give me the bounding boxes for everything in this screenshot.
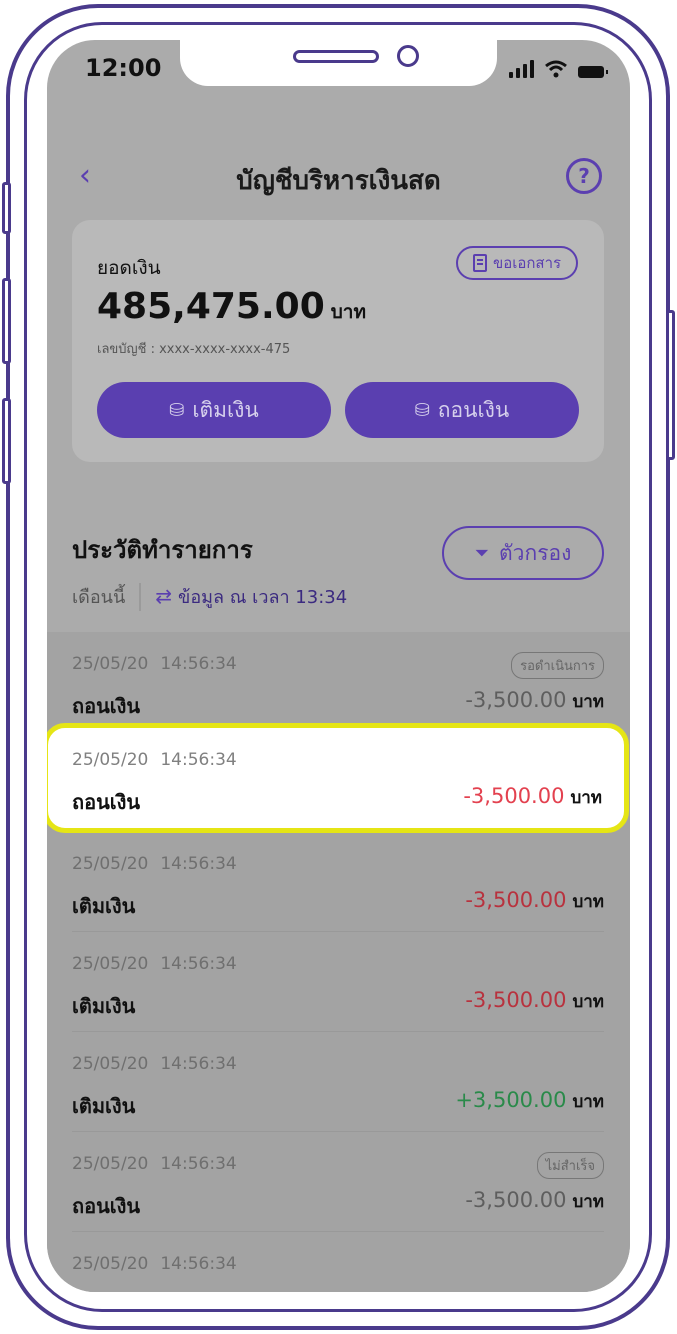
status-icons: [509, 60, 608, 78]
battery-icon: [578, 66, 608, 78]
balance-amount: 485,475.00 บาท: [97, 286, 366, 327]
withdraw-label: ถอนเงิน: [437, 397, 510, 422]
side-button-volume-up: [2, 278, 11, 364]
filter-label: ตัวกรอง: [499, 540, 572, 565]
transaction-type: เติมเงิน: [72, 894, 136, 918]
withdraw-coins-icon: ⛁: [414, 399, 430, 421]
signal-icon: [509, 60, 534, 78]
sync-info[interactable]: ⇄ ข้อมูล ณ เวลา 13:34: [155, 582, 347, 611]
transaction-row[interactable]: 25/05/20 14:56:34 เติมเงิน -3,500.00 บาท: [72, 832, 604, 932]
transaction-datetime: 25/05/20 14:56:34: [72, 1154, 237, 1174]
transaction-datetime: 25/05/20 14:56:34: [72, 654, 237, 674]
transaction-row[interactable]: 25/05/20 14:56:34 รอดำเนินการ ถอนเงิน -3,…: [72, 632, 604, 732]
transaction-type: ถอนเงิน: [72, 694, 141, 718]
wifi-icon: [545, 60, 567, 78]
filter-icon: ⏷: [474, 542, 490, 564]
history-title: ประวัติทำรายการ: [72, 536, 253, 564]
screen: 12:00 ‹ บัญชีบริหารเงินสด ? ยอดเงิน ขอเอ…: [47, 40, 630, 1292]
history-subheader: เดือนนี้ ⇄ ข้อมูล ณ เวลา 13:34: [72, 582, 347, 611]
request-document-button[interactable]: ขอเอกสาร: [456, 246, 578, 280]
deposit-coins-icon: ⛁: [169, 399, 185, 421]
sync-label: ข้อมูล ณ เวลา 13:34: [178, 587, 348, 608]
withdraw-button[interactable]: ⛁ ถอนเงิน: [345, 382, 579, 438]
transaction-type: ถอนเงิน: [72, 1194, 141, 1218]
transaction-row[interactable]: 25/05/20 14:56:34 เติมเงิน +3,500.00 บาท: [72, 1032, 604, 1132]
balance-label: ยอดเงิน: [97, 257, 161, 279]
highlighted-transaction-row[interactable]: 25/05/20 14:56:34 ถอนเงิน -3,500.00 บาท: [47, 723, 629, 833]
side-button-power: [666, 310, 675, 460]
refresh-icon: ⇄: [155, 584, 173, 608]
transaction-amount: -3,500.00 บาท: [465, 988, 604, 1012]
balance-card: ยอดเงิน ขอเอกสาร 485,475.00 บาท เลขบัญชี …: [72, 220, 604, 462]
transaction-datetime: 25/05/20 14:56:34: [72, 1054, 237, 1074]
transaction-datetime: 25/05/20 14:56:34: [72, 750, 237, 770]
transaction-datetime: 25/05/20 14:56:34: [72, 1254, 237, 1274]
status-time: 12:00: [85, 54, 162, 82]
transaction-datetime: 25/05/20 14:56:34: [72, 854, 237, 874]
transaction-row[interactable]: 25/05/20 14:56:34: [72, 1232, 604, 1292]
filter-button[interactable]: ⏷ ตัวกรอง: [442, 526, 604, 580]
document-icon: [472, 254, 487, 272]
balance-unit: บาท: [330, 301, 367, 323]
camera: [397, 45, 419, 67]
notch: [180, 40, 497, 86]
transaction-amount: -3,500.00 บาท: [465, 688, 604, 712]
app-header: ‹ บัญชีบริหารเงินสด ?: [47, 158, 630, 198]
transaction-amount: -3,500.00 บาท: [465, 1188, 604, 1212]
transaction-datetime: 25/05/20 14:56:34: [72, 954, 237, 974]
deposit-button[interactable]: ⛁ เติมเงิน: [97, 382, 331, 438]
request-document-label: ขอเอกสาร: [492, 254, 562, 272]
transaction-row[interactable]: 25/05/20 14:56:34 เติมเงิน -3,500.00 บาท: [72, 932, 604, 1032]
side-button-volume-down: [2, 398, 11, 484]
transaction-type: เติมเงิน: [72, 994, 136, 1018]
balance-value: 485,475.00: [97, 286, 325, 327]
deposit-label: เติมเงิน: [192, 397, 259, 422]
transaction-amount: -3,500.00 บาท: [465, 888, 604, 912]
help-icon[interactable]: ?: [566, 158, 602, 194]
account-number: เลขบัญชี : xxxx-xxxx-xxxx-475: [97, 342, 291, 357]
transaction-row[interactable]: 25/05/20 14:56:34 ไม่สำเร็จ ถอนเงิน -3,50…: [72, 1132, 604, 1232]
transaction-type: เติมเงิน: [72, 1094, 136, 1118]
status-badge: รอดำเนินการ: [511, 652, 604, 679]
transaction-type: ถอนเงิน: [72, 790, 141, 814]
page-title: บัญชีบริหารเงินสด: [236, 166, 441, 196]
transaction-list: 25/05/20 14:56:34 รอดำเนินการ ถอนเงิน -3,…: [47, 632, 630, 1292]
transaction-amount: +3,500.00 บาท: [455, 1088, 604, 1112]
transaction-amount: -3,500.00 บาท: [463, 784, 602, 808]
period-selector[interactable]: เดือนนี้: [72, 582, 125, 611]
divider: [139, 582, 142, 611]
side-button-silent: [2, 182, 11, 234]
status-badge: ไม่สำเร็จ: [536, 1152, 604, 1179]
speaker: [293, 50, 379, 63]
